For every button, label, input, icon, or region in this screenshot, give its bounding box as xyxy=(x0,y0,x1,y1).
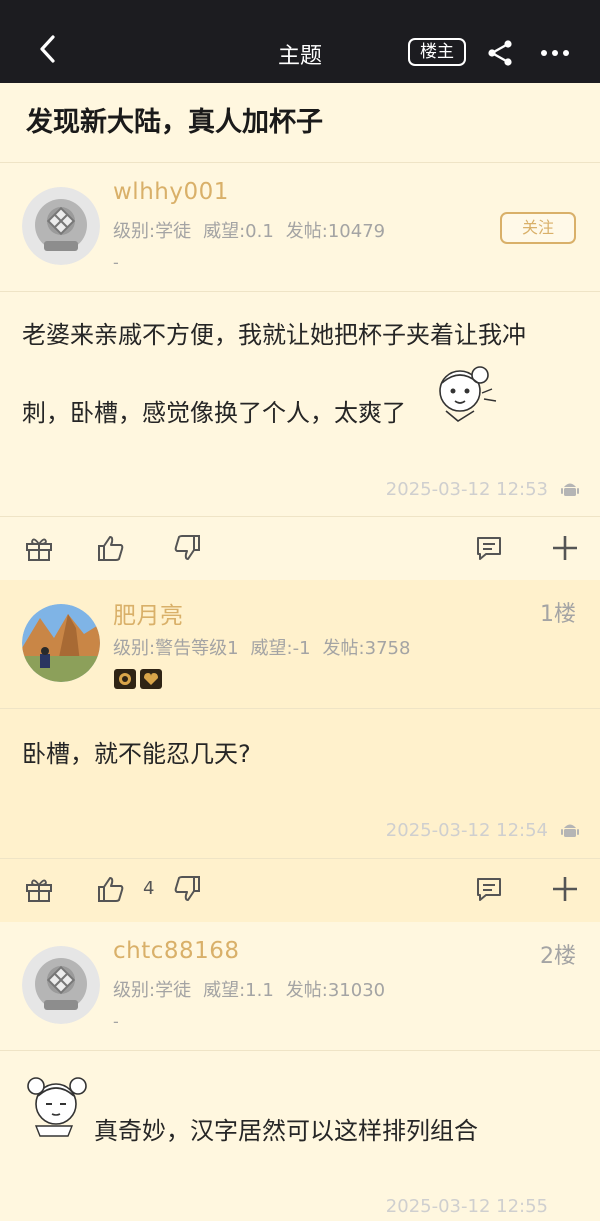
username[interactable]: chtc88168 xyxy=(113,938,240,964)
gift-icon[interactable] xyxy=(24,874,54,904)
android-icon xyxy=(561,824,579,837)
comment-icon[interactable] xyxy=(474,533,504,563)
avatar[interactable] xyxy=(22,187,100,265)
share-icon[interactable] xyxy=(486,40,516,66)
user-meta: 级别:学徒 威望:1.1 发帖:31030 xyxy=(113,976,397,1002)
level: 级别:警告等级1 xyxy=(113,638,239,659)
medal-icon xyxy=(119,673,131,685)
sticker-icon xyxy=(27,1077,87,1137)
post-reply: chtc88168 2楼 级别:学徒 威望:1.1 发帖:31030 - 真奇妙，汉… xyxy=(0,922,600,1221)
timestamp: 2025-03-12 12:54 xyxy=(385,820,548,841)
post-count: 发帖:10479 xyxy=(285,221,386,242)
floor-number: 1楼 xyxy=(540,602,576,627)
avatar[interactable] xyxy=(22,604,100,682)
heart-medal-icon xyxy=(144,673,158,685)
medal-badge[interactable] xyxy=(140,669,162,689)
top-bar: 主题 楼主 xyxy=(0,0,600,83)
owner-only-button[interactable]: 楼主 xyxy=(408,38,466,66)
android-icon xyxy=(561,483,579,496)
thread-title: 发现新大陆，真人加杯子 xyxy=(26,107,323,138)
thumbs-up-icon[interactable] xyxy=(96,533,126,563)
thumbs-down-icon[interactable] xyxy=(172,874,202,904)
thumbs-up-icon[interactable] xyxy=(96,874,126,904)
prestige: 威望:0.1 xyxy=(203,221,274,242)
sticker-icon xyxy=(439,366,497,422)
timestamp: 2025-03-12 12:53 xyxy=(385,479,548,500)
prestige: 威望:1.1 xyxy=(203,980,274,1001)
more-icon[interactable] xyxy=(540,48,570,58)
divider xyxy=(0,858,600,859)
like-count: 4 xyxy=(143,878,155,899)
signature: - xyxy=(113,1012,119,1031)
avatar[interactable] xyxy=(22,946,100,1024)
floor-number: 2楼 xyxy=(540,944,576,969)
post-content: 真奇妙，汉字居然可以这样排列组合 xyxy=(94,1117,478,1145)
divider xyxy=(0,516,600,517)
post-count: 发帖:31030 xyxy=(285,980,386,1001)
timestamp: 2025-03-12 12:55 xyxy=(385,1196,548,1217)
plus-icon[interactable] xyxy=(550,874,580,904)
follow-button[interactable]: 关注 xyxy=(500,212,576,244)
thumbs-down-icon[interactable] xyxy=(172,533,202,563)
divider xyxy=(0,1050,600,1051)
divider xyxy=(0,708,600,709)
level: 级别:学徒 xyxy=(113,980,192,1001)
post-content: 老婆来亲戚不方便，我就让她把杯子夹着让我冲 xyxy=(22,321,526,349)
signature: - xyxy=(113,253,119,272)
post-reply: 肥月亮 1楼 级别:警告等级1 威望:-1 发帖:3758 卧槽，就不能忍几天? 2… xyxy=(0,580,600,922)
user-meta: 级别:警告等级1 威望:-1 发帖:3758 xyxy=(113,634,422,660)
user-meta: 级别:学徒 威望:0.1 发帖:10479 xyxy=(113,217,397,243)
divider xyxy=(0,291,600,292)
post-count: 发帖:3758 xyxy=(322,638,411,659)
username[interactable]: wlhhy001 xyxy=(113,179,229,205)
prestige: 威望:-1 xyxy=(250,638,311,659)
plus-icon[interactable] xyxy=(550,533,580,563)
level: 级别:学徒 xyxy=(113,221,192,242)
comment-icon[interactable] xyxy=(474,874,504,904)
username[interactable]: 肥月亮 xyxy=(113,596,184,630)
post-content: 卧槽，就不能忍几天? xyxy=(22,740,251,768)
post-op: wlhhy001 级别:学徒 威望:0.1 发帖:10479 - 关注 老婆来亲戚不… xyxy=(0,163,600,580)
gift-icon[interactable] xyxy=(24,533,54,563)
medal-badge[interactable] xyxy=(114,669,136,689)
post-content: 刺，卧槽，感觉像换了个人，太爽了 xyxy=(22,399,406,427)
